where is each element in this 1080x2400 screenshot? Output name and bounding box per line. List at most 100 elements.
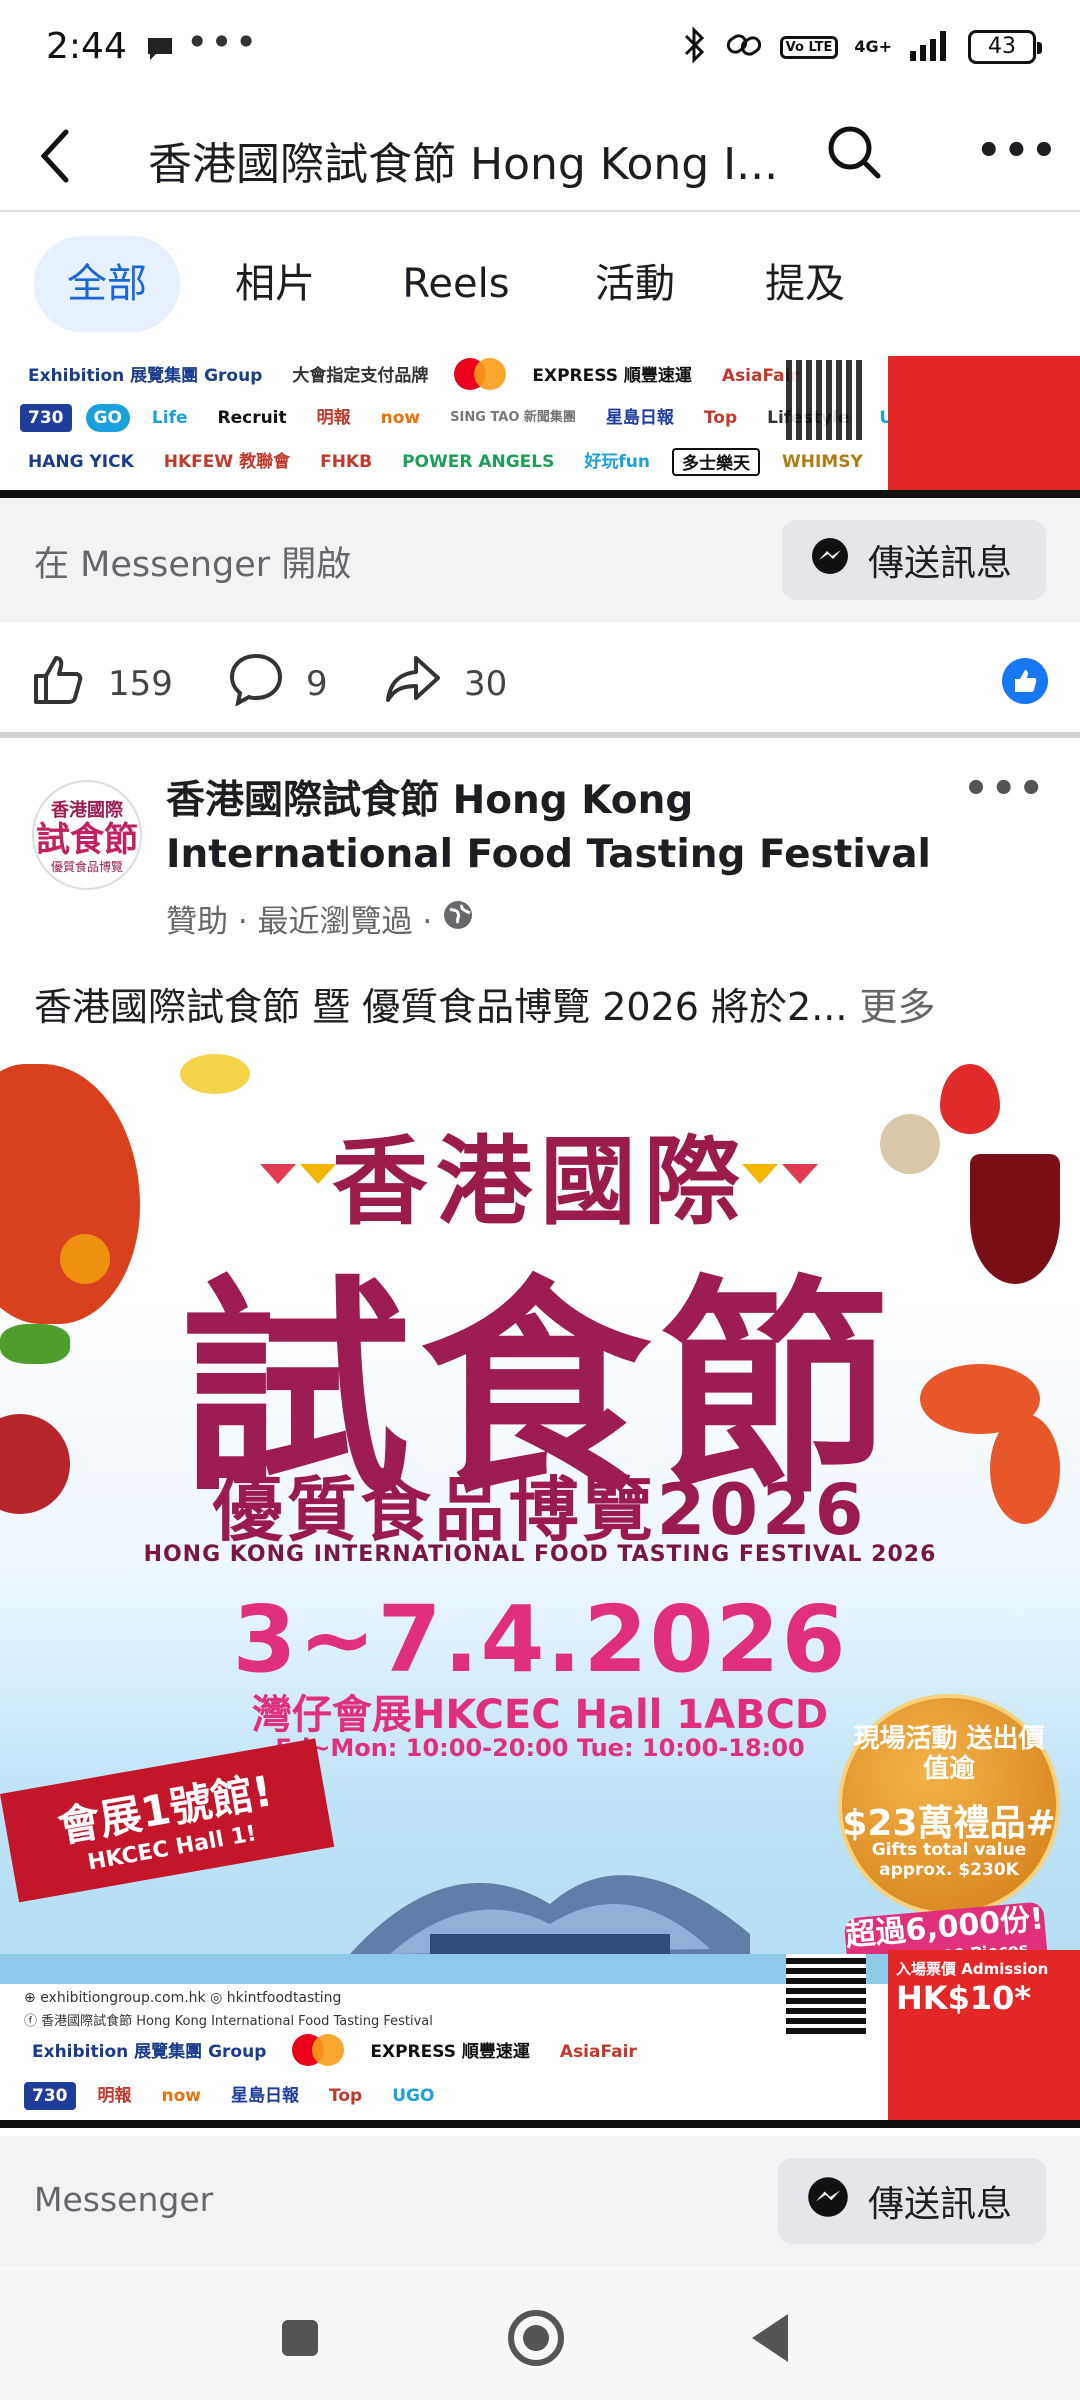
sponsor-logo: Top <box>703 408 738 428</box>
sponsor-logo: EXPRESS 順豐速運 <box>532 366 692 386</box>
comment-count: 9 <box>306 663 328 704</box>
messenger-cta-bar: Messenger 傳送訊息 <box>0 2136 1080 2266</box>
tab-photos[interactable]: 相片 <box>220 236 330 332</box>
messenger-label: Messenger <box>34 2180 214 2219</box>
sponsor-logo: 多士樂天 <box>671 448 760 476</box>
back-arrow-icon[interactable] <box>36 126 76 190</box>
messenger-icon <box>810 536 850 585</box>
sponsor-logo: 好玩fun <box>584 452 650 472</box>
poster-english-title: HONG KONG INTERNATIONAL FOOD TASTING FES… <box>143 1542 937 1567</box>
share-button[interactable]: 30 <box>384 652 507 715</box>
signal-icon <box>908 29 952 65</box>
search-icon[interactable] <box>826 124 884 188</box>
post-header: 香港國際 試食節 優質食品博覽 香港國際試食節 Hong Kong Intern… <box>0 744 1080 944</box>
link-icon <box>724 27 764 67</box>
gift-promo-value: $23萬禮品# <box>842 1803 1056 1844</box>
sponsor-logo: EXPRESS 順豐速運 <box>370 2042 530 2062</box>
instagram-text: hkintfoodtasting <box>226 1990 342 2006</box>
sponsor-logo: SING TAO 新聞集團 <box>450 410 576 425</box>
website-text: exhibitiongroup.com.hk <box>40 1990 206 2006</box>
network-type: 4G+ <box>854 37 892 56</box>
sponsor-logo: now <box>161 2086 202 2106</box>
see-more-link[interactable]: 更多 <box>860 985 936 1029</box>
back-icon[interactable] <box>752 2314 788 2362</box>
like-reaction-badge <box>1002 658 1048 704</box>
sponsor-logo: 大會指定支付品牌 <box>292 366 429 386</box>
poster-facebook: ⓕ 香港國際試食節 Hong Kong International Food T… <box>24 2014 433 2029</box>
sponsor-logo: now <box>380 408 421 428</box>
send-message-label: 傳送訊息 <box>867 2184 1012 2225</box>
qr-code <box>786 360 866 440</box>
like-button[interactable]: 159 <box>32 652 173 715</box>
sponsor-logo: WHIMSY <box>781 452 863 472</box>
lemon-image <box>180 1054 250 1094</box>
home-icon[interactable] <box>508 2310 564 2366</box>
filter-tabs: 全部 相片 Reels 活動 提及 <box>0 212 1080 356</box>
tab-events[interactable]: 活動 <box>580 236 690 332</box>
chat-bubble-icon <box>144 34 176 68</box>
sponsor-row: Exhibition 展覽集團 Group 大會指定支付品牌 EXPRESS 順… <box>20 358 807 394</box>
thumbs-up-icon <box>32 652 86 715</box>
open-in-messenger-label: 在 Messenger 開啟 <box>34 545 352 585</box>
like-count: 159 <box>108 663 173 704</box>
tab-all[interactable]: 全部 <box>34 236 180 332</box>
gift-promo-badge: 現場活動 送出價值逾 $23萬禮品# Gifts total value app… <box>838 1694 1060 1916</box>
admission-price: HK$10* <box>896 1979 1032 2017</box>
status-time: 2:44 <box>46 26 127 67</box>
post-page-name[interactable]: 香港國際試食節 Hong Kong International Food Tas… <box>166 774 966 882</box>
battery-icon: 43 <box>968 30 1042 64</box>
sponsor-logo: UGO <box>392 2086 435 2106</box>
sponsor-logo: Exhibition 展覽集團 Group <box>32 2042 267 2062</box>
sponsor-logo: FHKB <box>320 452 373 472</box>
admission-box <box>888 356 1080 490</box>
post-image[interactable]: 香港國際 試食節 優質食品博覽2026 HONG KONG INTERNATIO… <box>0 1054 1080 2128</box>
sponsor-logo: 星島日報 <box>605 408 674 428</box>
avatar[interactable]: 香港國際 試食節 優質食品博覽 <box>32 780 142 890</box>
comment-button[interactable]: 9 <box>228 652 328 715</box>
qr-code <box>786 1954 866 2034</box>
messenger-icon <box>806 2175 850 2228</box>
bluetooth-icon <box>682 26 708 68</box>
poster-date: 3~7.4.2026 <box>232 1586 848 1693</box>
volte-badge: Vo LTE <box>779 35 839 59</box>
sponsor-logo: Recruit <box>217 408 287 428</box>
sponsor-logo: Top <box>329 2086 363 2106</box>
post-more-options-icon[interactable]: ••• <box>963 766 1046 812</box>
more-options-icon[interactable]: ••• <box>976 128 1059 174</box>
tab-reels[interactable]: Reels <box>394 236 518 332</box>
poster-subtitle: 優質食品博覽2026 <box>212 1469 868 1551</box>
send-message-label: 傳送訊息 <box>867 543 1012 584</box>
post-text: 香港國際試食節 暨 優質食品博覽 2026 將於2... 更多 <box>34 976 1054 1031</box>
avatar-text: 試食節 <box>36 819 138 860</box>
tab-mentions[interactable]: 提及 <box>750 236 860 332</box>
status-bar: 2:44 ••• Vo LTE 4G+ 43 <box>0 0 1080 100</box>
globe-icon <box>442 899 474 939</box>
reaction-bar: 159 9 30 <box>0 622 1080 738</box>
sponsor-logo: POWER ANGELS <box>402 452 555 472</box>
avatar-text: 優質食品博覽 <box>50 859 123 874</box>
sponsor-logo: AsiaFair <box>559 2042 637 2062</box>
gift-promo-english: Gifts total value approx. $230K <box>871 1840 1027 1880</box>
post-meta: 贊助 · 最近瀏覽過 · <box>166 896 474 941</box>
mastercard-icon <box>450 357 510 395</box>
sponsor-logo: GO <box>85 404 130 432</box>
recent-apps-icon[interactable] <box>282 2320 318 2356</box>
send-message-button[interactable]: 傳送訊息 <box>777 2158 1046 2244</box>
send-message-button[interactable]: 傳送訊息 <box>781 520 1046 600</box>
sponsor-logo: 明報 <box>97 2086 132 2106</box>
admission-box: 入場票價 Admission HK$10* <box>888 1950 1080 2120</box>
page-title: 香港國際試食節 Hong Kong I... <box>148 139 779 190</box>
comment-icon <box>228 652 284 715</box>
sponsor-logo: 730 <box>20 404 72 432</box>
sponsor-logo: HKFEW 教聯會 <box>163 452 291 472</box>
hall-banner: 會展1號館! HKCEC Hall 1! <box>0 1738 335 1903</box>
messenger-cta-bar: 在 Messenger 開啟 傳送訊息 <box>0 498 1080 622</box>
sponsor-row: Exhibition 展覽集團 Group EXPRESS 順豐速運 AsiaF… <box>24 2034 645 2070</box>
page-header: 香港國際試食節 Hong Kong I... ••• <box>0 100 1080 212</box>
mastercard-icon <box>288 2033 348 2071</box>
sponsor-logo: 730 <box>24 2082 76 2110</box>
previous-post-image-crop[interactable]: Exhibition 展覽集團 Group 大會指定支付品牌 EXPRESS 順… <box>0 356 1080 498</box>
share-icon <box>384 652 442 715</box>
admission-label: 入場票價 Admission <box>896 1960 1049 1978</box>
post-body: 香港國際試食節 暨 優質食品博覽 2026 將於2... <box>34 985 848 1029</box>
